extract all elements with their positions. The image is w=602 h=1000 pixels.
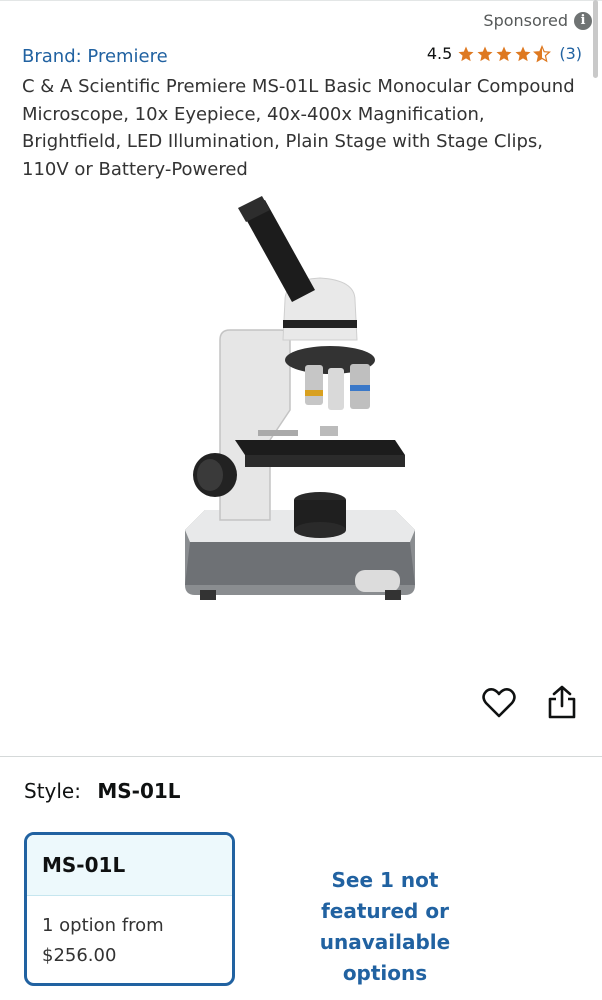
star-icon — [477, 46, 493, 61]
brand-link[interactable]: Brand: Premiere — [22, 46, 168, 67]
share-icon[interactable] — [546, 684, 578, 720]
option-name: MS-01L — [27, 835, 232, 896]
sponsored-text: Sponsored — [483, 11, 568, 30]
product-title: C & A Scientific Premiere MS-01L Basic M… — [22, 76, 575, 180]
rating-value: 4.5 — [426, 44, 453, 63]
option-price: $256.00 — [42, 945, 117, 966]
star-icon — [496, 46, 512, 61]
style-value: MS-01L — [97, 779, 181, 803]
star-icon — [458, 46, 474, 61]
unavailable-options-link[interactable]: See 1 not featured or unavailable option… — [282, 865, 488, 989]
heart-icon[interactable] — [481, 685, 517, 721]
style-label: Style: — [24, 779, 81, 803]
rating-count[interactable]: (3) — [559, 44, 582, 63]
option-details: 1 option from $256.00 — [27, 896, 232, 983]
top-border — [0, 0, 602, 1]
style-option-card[interactable]: MS-01L 1 option from $256.00 — [24, 832, 235, 986]
rating[interactable]: 4.5 (3) — [427, 44, 582, 63]
sponsored-label[interactable]: Sponsored i — [483, 11, 592, 30]
info-icon[interactable]: i — [574, 11, 592, 30]
product-image[interactable] — [170, 190, 440, 630]
rating-stars — [457, 44, 552, 63]
scroll-thumb[interactable] — [593, 0, 598, 78]
star-icon — [515, 46, 531, 61]
style-row: Style: MS-01L — [24, 779, 181, 803]
section-divider — [0, 756, 602, 757]
star-half-icon — [533, 44, 552, 62]
option-count: 1 option from — [42, 915, 164, 936]
